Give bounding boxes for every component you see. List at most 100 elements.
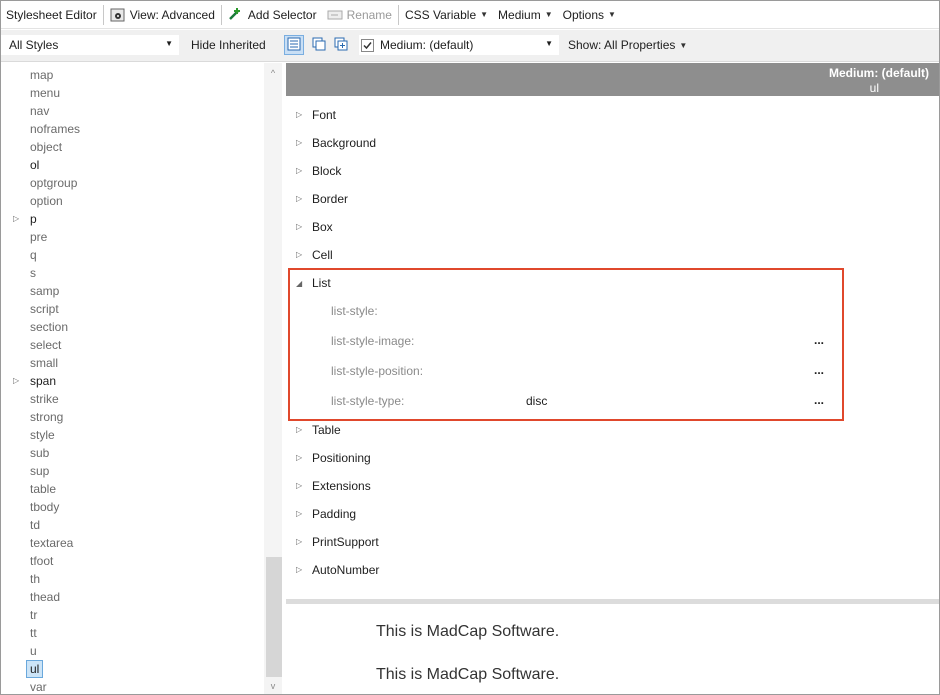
expand-triangle-icon[interactable]: ▷ [296,246,302,264]
medium-checkbox[interactable] [361,38,374,52]
selector-item-q[interactable]: q [30,246,37,264]
selector-item-ul[interactable]: ul [26,660,44,678]
selector-item-p[interactable]: p [30,210,37,228]
expand-triangle-icon[interactable]: ▷ [296,505,302,523]
property-list-icon [287,37,301,54]
property-browse-button[interactable]: ... [814,392,824,410]
expand-triangle-icon[interactable]: ▷ [296,162,302,180]
medium-filter-value: Medium: (default) [380,38,474,52]
css-variable-menu[interactable]: CSS Variable ▼ [400,1,493,29]
rename-button[interactable]: Rename [322,1,397,29]
preview-splitter[interactable] [286,599,939,604]
expand-triangle-icon[interactable]: ▷ [296,218,302,236]
category-printsupport[interactable]: PrintSupport [312,533,379,551]
property-name: list-style-type: [331,394,405,408]
selector-item-script[interactable]: script [30,300,59,318]
category-padding[interactable]: Padding [312,505,356,523]
copy-style-button[interactable] [310,35,328,55]
selector-item-tbody[interactable]: tbody [30,498,59,516]
category-block[interactable]: Block [312,162,341,180]
selector-item-sub[interactable]: sub [30,444,49,462]
add-style-button[interactable] [332,35,350,55]
selector-item-u[interactable]: u [30,642,37,660]
property-browse-button[interactable]: ... [814,362,824,380]
selector-item-small[interactable]: small [30,354,58,372]
css-variable-label: CSS Variable [404,7,477,22]
selector-item-sup[interactable]: sup [30,462,49,480]
expand-triangle-icon[interactable]: ▷ [296,106,302,124]
selector-item-textarea[interactable]: textarea [30,534,73,552]
selector-item-tr[interactable]: tr [30,606,37,624]
expand-triangle-icon[interactable]: ▷ [296,190,302,208]
selector-item-select[interactable]: select [30,336,61,354]
scroll-up-icon[interactable]: ^ [264,65,282,81]
category-autonumber[interactable]: AutoNumber [312,561,379,579]
collapse-triangle-icon[interactable]: ◢ [296,275,302,293]
medium-filter-combo[interactable]: Medium: (default) ▼ [359,35,559,55]
selector-item-th[interactable]: th [30,570,40,588]
stylesheet-editor-window: Stylesheet Editor View: Advanced Add Sel… [0,0,940,695]
property-value[interactable]: disc [526,392,547,410]
show-properties-menu[interactable]: Show: All Properties ▼ [568,35,687,55]
selector-item-optgroup[interactable]: optgroup [30,174,77,192]
selector-item-style[interactable]: style [30,426,55,444]
scroll-down-icon[interactable]: v [264,678,282,694]
selector-item-td[interactable]: td [30,516,40,534]
scrollbar-thumb[interactable] [266,557,282,677]
options-menu[interactable]: Options ▼ [558,1,621,29]
category-cell[interactable]: Cell [312,246,333,264]
selector-item-tfoot[interactable]: tfoot [30,552,53,570]
category-font[interactable]: Font [312,106,336,124]
hide-inherited-button[interactable]: Hide Inherited [191,35,266,55]
selector-item-s[interactable]: s [30,264,36,282]
category-list[interactable]: List [312,274,331,292]
rename-label: Rename [346,7,392,22]
selector-item-pre[interactable]: pre [30,228,47,246]
header-selector: ul [869,81,879,95]
selector-item-strong[interactable]: strong [30,408,63,426]
selector-item-section[interactable]: section [30,318,68,336]
selector-item-thead[interactable]: thead [30,588,60,606]
selector-item-menu[interactable]: menu [30,84,60,102]
category-table[interactable]: Table [312,421,341,439]
editor-title: Stylesheet Editor [1,1,102,29]
selector-item-noframes[interactable]: noframes [30,120,80,138]
selector-item-object[interactable]: object [30,138,62,156]
selector-item-span[interactable]: span [30,372,56,390]
view-list-toggle[interactable] [284,35,304,55]
selector-item-table[interactable]: table [30,480,56,498]
category-border[interactable]: Border [312,190,348,208]
expand-triangle-icon[interactable]: ▷ [296,561,302,579]
selector-list-scrollbar[interactable]: ^ v [264,63,282,694]
show-properties-label: Show: All Properties [568,38,676,52]
selector-item-option[interactable]: option [30,192,63,210]
medium-menu[interactable]: Medium ▼ [493,1,558,29]
selector-item-ol[interactable]: ol [30,156,39,174]
add-selector-label: Add Selector [247,7,317,22]
category-background[interactable]: Background [312,134,376,152]
selector-item-map[interactable]: map [30,66,53,84]
property-browse-button[interactable]: ... [814,332,824,350]
expand-triangle-icon[interactable]: ▷ [296,449,302,467]
selector-item-var[interactable]: var [30,678,47,694]
header-medium: Medium: (default) [829,66,929,80]
selector-item-nav[interactable]: nav [30,102,49,120]
view-mode-button[interactable]: View: Advanced [105,1,220,29]
expand-triangle-icon[interactable]: ▷ [296,477,302,495]
expand-triangle-icon[interactable]: ▷ [13,210,21,228]
styles-filter-combo[interactable]: All Styles ▼ [1,35,179,55]
category-extensions[interactable]: Extensions [312,477,371,495]
medium-label: Medium [498,7,541,22]
category-positioning[interactable]: Positioning [312,449,371,467]
category-box[interactable]: Box [312,218,333,236]
selector-item-samp[interactable]: samp [30,282,59,300]
selector-item-tt[interactable]: tt [30,624,37,642]
chevron-down-icon: ▼ [544,10,553,19]
expand-triangle-icon[interactable]: ▷ [13,372,21,390]
expand-triangle-icon[interactable]: ▷ [296,421,302,439]
add-selector-button[interactable]: Add Selector [223,1,322,29]
expand-triangle-icon[interactable]: ▷ [296,134,302,152]
selector-item-strike[interactable]: strike [30,390,59,408]
property-name: list-style-image: [331,334,415,348]
expand-triangle-icon[interactable]: ▷ [296,533,302,551]
